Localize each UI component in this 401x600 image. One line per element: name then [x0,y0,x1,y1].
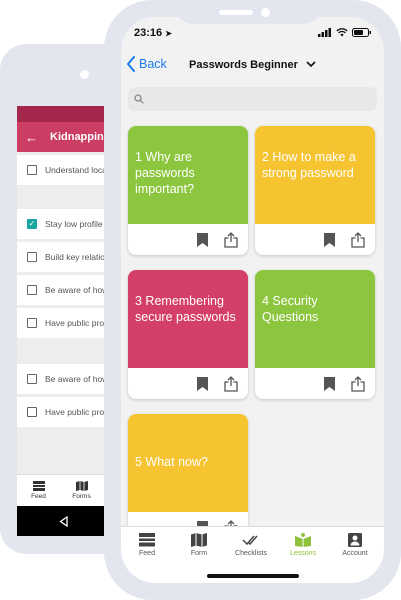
iphone-screen: 23:16 ➤ Back Passwords Beginner 1 Why ar… [121,17,384,583]
share-icon[interactable] [351,375,365,392]
android-header-title: Kidnapping [50,131,111,143]
lesson-title: 5 What now? [135,455,208,469]
lesson-card[interactable]: 1 Why are passwords important? [128,126,248,255]
wifi-icon [336,28,348,37]
tab-label: Form [190,550,208,557]
map-icon [75,481,88,491]
navigation-bar: Back Passwords Beginner [121,51,384,81]
search-icon [134,94,144,104]
status-time: 23:16 ➤ [134,27,172,39]
checkbox[interactable] [27,407,37,417]
android-back-triangle-icon[interactable] [59,515,69,527]
share-icon[interactable] [224,231,238,248]
page-title-text: Passwords Beginner [189,59,298,71]
android-nav-label: Forms [72,493,91,500]
lesson-cover: 5 What now? [128,414,248,512]
lesson-cover: 2 How to make a strong password [255,126,375,224]
bookmark-icon[interactable] [324,232,335,247]
chevron-down-icon [306,61,316,68]
android-camera [80,70,89,79]
tab-form[interactable]: Form [173,533,225,557]
front-camera [261,8,270,17]
account-icon [348,533,362,547]
lesson-card[interactable]: 2 How to make a strong password [255,126,375,255]
checkbox[interactable] [27,252,37,262]
lesson-title: 1 Why are passwords important? [135,150,195,196]
android-nav-feed[interactable]: Feed [17,475,60,506]
speaker-grille [219,10,253,15]
lesson-cover: 4 Security Questions [255,270,375,368]
lesson-title: 2 How to make a strong password [262,150,356,180]
tab-feed[interactable]: Feed [121,533,173,557]
checklist-item-label: Stay low profile [45,219,103,229]
battery-icon [352,28,371,37]
lesson-title: 3 Remembering secure passwords [135,294,236,324]
checkbox[interactable] [27,285,37,295]
feed-icon [139,533,155,547]
map-icon [191,533,207,547]
checklist-item-label: Be aware of how [45,285,109,295]
lesson-actions [128,368,248,399]
app-showcase: ← Kidnapping Understand local ✓ Stay low… [0,0,401,600]
iphone-notch [175,0,322,24]
feed-icon [32,481,45,491]
checkbox-checked[interactable]: ✓ [27,219,37,229]
checkbox[interactable] [27,374,37,384]
checkbox[interactable] [27,165,37,175]
share-icon[interactable] [224,375,238,392]
lesson-card[interactable]: 3 Remembering secure passwords [128,270,248,399]
share-icon[interactable] [351,231,365,248]
home-indicator [207,574,299,578]
android-nav-forms[interactable]: Forms [60,475,103,506]
iphone: 23:16 ➤ Back Passwords Beginner 1 Why ar… [104,0,401,600]
lesson-title: 4 Security Questions [262,294,319,324]
lesson-actions [255,224,375,255]
lessons-icon [295,533,311,547]
bookmark-icon[interactable] [197,376,208,391]
lesson-actions [255,368,375,399]
lesson-cover: 1 Why are passwords important? [128,126,248,224]
tab-label: Feed [139,550,155,557]
status-icons [318,28,372,37]
search-bar[interactable] [128,87,377,111]
tab-label: Checklists [235,550,267,557]
back-arrow-icon[interactable]: ← [25,130,38,145]
tab-account[interactable]: Account [329,533,381,557]
signal-icon [318,28,331,37]
search-input[interactable] [148,93,368,105]
bookmark-icon[interactable] [197,232,208,247]
tab-label: Account [342,550,368,557]
lesson-card[interactable]: 4 Security Questions [255,270,375,399]
android-nav-label: Feed [31,493,46,500]
lesson-actions [128,224,248,255]
checks-icon [242,535,258,546]
lesson-card[interactable]: 5 What now? [128,414,248,543]
lesson-cover: 3 Remembering secure passwords [128,270,248,368]
checklist-item-label: Understand local [45,165,109,175]
checklist-item-label: Be aware of how [45,374,109,384]
tab-label: Lessons [289,550,317,557]
checkbox[interactable] [27,318,37,328]
tab-lessons[interactable]: Lessons [277,533,329,557]
bookmark-icon[interactable] [324,376,335,391]
tab-checklists[interactable]: Checklists [225,533,277,557]
page-title[interactable]: Passwords Beginner [121,59,384,71]
